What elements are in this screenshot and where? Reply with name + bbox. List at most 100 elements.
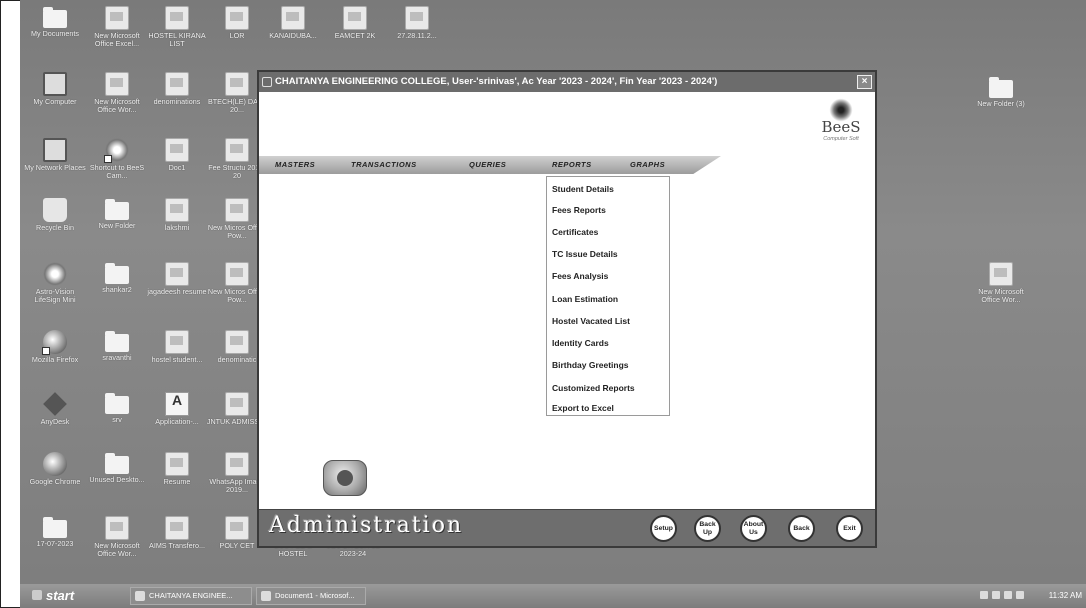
desktop-icon-chrome[interactable]: Google Chrome [24,452,86,486]
desktop-icon-word-right[interactable]: New Microsoft Office Wor... [968,262,1034,305]
folder-icon [989,77,1013,98]
desktop-icon-label: Resume [163,477,191,486]
desktop-icon-denominations[interactable]: denominations [146,72,208,106]
clock[interactable]: 11:32 AM [1049,591,1082,600]
desktop-icon-label: New Microsoft Office Excel... [94,31,140,49]
menu-item-fees-analysis[interactable]: Fees Analysis [552,271,608,281]
desktop-icon-aims[interactable]: AIMS Transfero... [146,516,208,550]
desktop-icon-label: Mozilla Firefox [31,355,79,364]
desktop-icon-label: New Folder (3) [977,99,1025,108]
desktop-icon-label: HOSTEL KIRANA LIST [148,31,206,49]
desktop-icon-unused-desktop[interactable]: Unused Deskto... [86,452,148,484]
anydesk-icon [43,392,67,416]
menu-item-birthday-greetings[interactable]: Birthday Greetings [552,360,629,370]
desktop-icon-label: KANAIDUBA... [269,31,317,40]
network-tray-icon[interactable] [980,591,988,599]
desktop-icon-anydesk[interactable]: AnyDesk [24,392,86,426]
desktop-icon-astro-vision[interactable]: Astro-Vision LifeSign Mini [24,262,86,305]
display-tray-icon[interactable] [1016,591,1024,599]
folder-icon [105,199,129,220]
close-button[interactable]: × [857,75,872,89]
desktop-icon-doc1[interactable]: Doc1 [146,138,208,172]
taskbar-item-document1[interactable]: Document1 - Microsof... [256,587,366,605]
desktop-icon-label: Recycle Bin [36,223,74,232]
desktop-icon-sravanthi[interactable]: sravanthi [86,330,148,362]
taskbar: start CHAITANYA ENGINEE... Document1 - M… [20,584,1086,608]
desktop-icon-label: denominations [153,97,201,106]
menu-item-student-details[interactable]: Student Details [552,184,614,194]
menu-item-fees-reports[interactable]: Fees Reports [552,205,606,215]
desktop-icon-word-2[interactable]: New Microsoft Office Wor... [86,516,148,559]
desktop-icon-27-28-11[interactable]: 27.28.11.2... [386,6,448,40]
excel-file-icon [225,392,249,416]
desktop-icon-label: Unused Deskto... [89,475,145,484]
reports-dropdown-menu: Student Details Fees Reports Certificate… [546,176,670,416]
desktop-icon-label: 17-07-2023 [36,539,74,548]
exit-button[interactable]: Exit [836,515,863,542]
desktop-icon-srv[interactable]: srv [86,392,148,424]
menu-queries[interactable]: QUERIES [469,160,506,169]
menu-item-identity-cards[interactable]: Identity Cards [552,338,609,348]
menu-graphs[interactable]: GRAPHS [630,160,665,169]
desktop-icon-firefox[interactable]: Mozilla Firefox [24,330,86,364]
menu-item-export-to-excel[interactable]: Export to Excel [552,403,614,413]
system-tray: 11:32 AM [974,586,1086,606]
volume-tray-icon[interactable] [992,591,1000,599]
app-icon [135,591,145,601]
firefox-icon [42,330,67,355]
desktop-icon-folder-17-07-2023[interactable]: 17-07-2023 [24,516,86,548]
word-icon [261,591,271,601]
excel-file-icon [105,6,129,30]
desktop-icon-kanaiduba[interactable]: KANAIDUBA... [262,6,324,40]
menu-reports[interactable]: REPORTS [552,160,592,169]
desktop-icon-recycle-bin[interactable]: Recycle Bin [24,198,86,232]
desktop-icon-label: My Network Places [24,163,86,172]
desktop-icon-label: New Microsoft Office Wor... [94,97,140,115]
desktop-icon-shankar2[interactable]: shankar2 [86,262,148,294]
desktop-icon-bees-shortcut[interactable]: Shortcut to BeeS Cam... [86,138,148,181]
desktop-icon-label: hostel student... [151,355,203,364]
desktop-icon-my-network-places[interactable]: My Network Places [24,138,86,172]
desktop-icon-eamcet[interactable]: EAMCET 2K [324,6,386,40]
desktop-icon-lor[interactable]: LOR [206,6,268,40]
desktop-icon-application[interactable]: Application-... [146,392,208,426]
security-tray-icon[interactable] [1004,591,1012,599]
menu-item-tc-issue-details[interactable]: TC Issue Details [552,249,618,259]
menu-transactions[interactable]: TRANSACTIONS [351,160,417,169]
back-button[interactable]: Back [788,515,815,542]
backup-button[interactable]: Back Up [694,515,721,542]
menu-masters[interactable]: MASTERS [275,160,315,169]
menu-item-hostel-vacated-list[interactable]: Hostel Vacated List [552,316,630,326]
desktop-icon-label: sravanthi [102,353,132,362]
excel-file-icon [225,330,249,354]
desktop-icon-word[interactable]: New Microsoft Office Wor... [86,72,148,115]
desktop-icon-my-computer[interactable]: My Computer [24,72,86,106]
word-file-icon [165,138,189,162]
shortcut-arrow-icon [42,347,50,355]
desktop-icon-new-folder[interactable]: New Folder [86,198,148,230]
title-bar[interactable]: CHAITANYA ENGINEERING COLLEGE, User-'sri… [259,72,875,92]
desktop-icon-new-folder-3[interactable]: New Folder (3) [968,76,1034,108]
taskbar-item-chaitanya[interactable]: CHAITANYA ENGINEE... [130,587,252,605]
menu-item-loan-estimation[interactable]: Loan Estimation [552,294,618,304]
desktop-icon-resume[interactable]: Resume [146,452,208,486]
desktop-icon-excel[interactable]: New Microsoft Office Excel... [86,6,148,49]
word-file-icon [165,262,189,286]
desktop-icon-hostel-kirana[interactable]: HOSTEL KIRANA LIST [146,6,208,49]
desktop-icon-my-documents[interactable]: My Documents [24,6,86,38]
setup-button[interactable]: Setup [650,515,677,542]
word-file-icon [405,6,429,30]
desktop-icon-label: Doc1 [168,163,186,172]
start-button[interactable]: start [32,586,100,606]
desktop-icon-lakshmi[interactable]: lakshmi [146,198,208,232]
desktop-icon-jagadeesh-resume[interactable]: jagadeesh resume [146,262,208,296]
desktop-icon-label: My Documents [31,29,79,38]
desktop-icon-label: My Computer [33,97,77,106]
desktop-icon-label: Google Chrome [29,477,81,486]
folder-icon [105,453,129,474]
menu-item-customized-reports[interactable]: Customized Reports [552,383,635,393]
desktop-icon-hostel-student[interactable]: hostel student... [146,330,208,364]
menu-item-certificates[interactable]: Certificates [552,227,598,237]
desktop-icon-label: shankar2 [102,285,132,294]
about-us-button[interactable]: About Us [740,515,767,542]
